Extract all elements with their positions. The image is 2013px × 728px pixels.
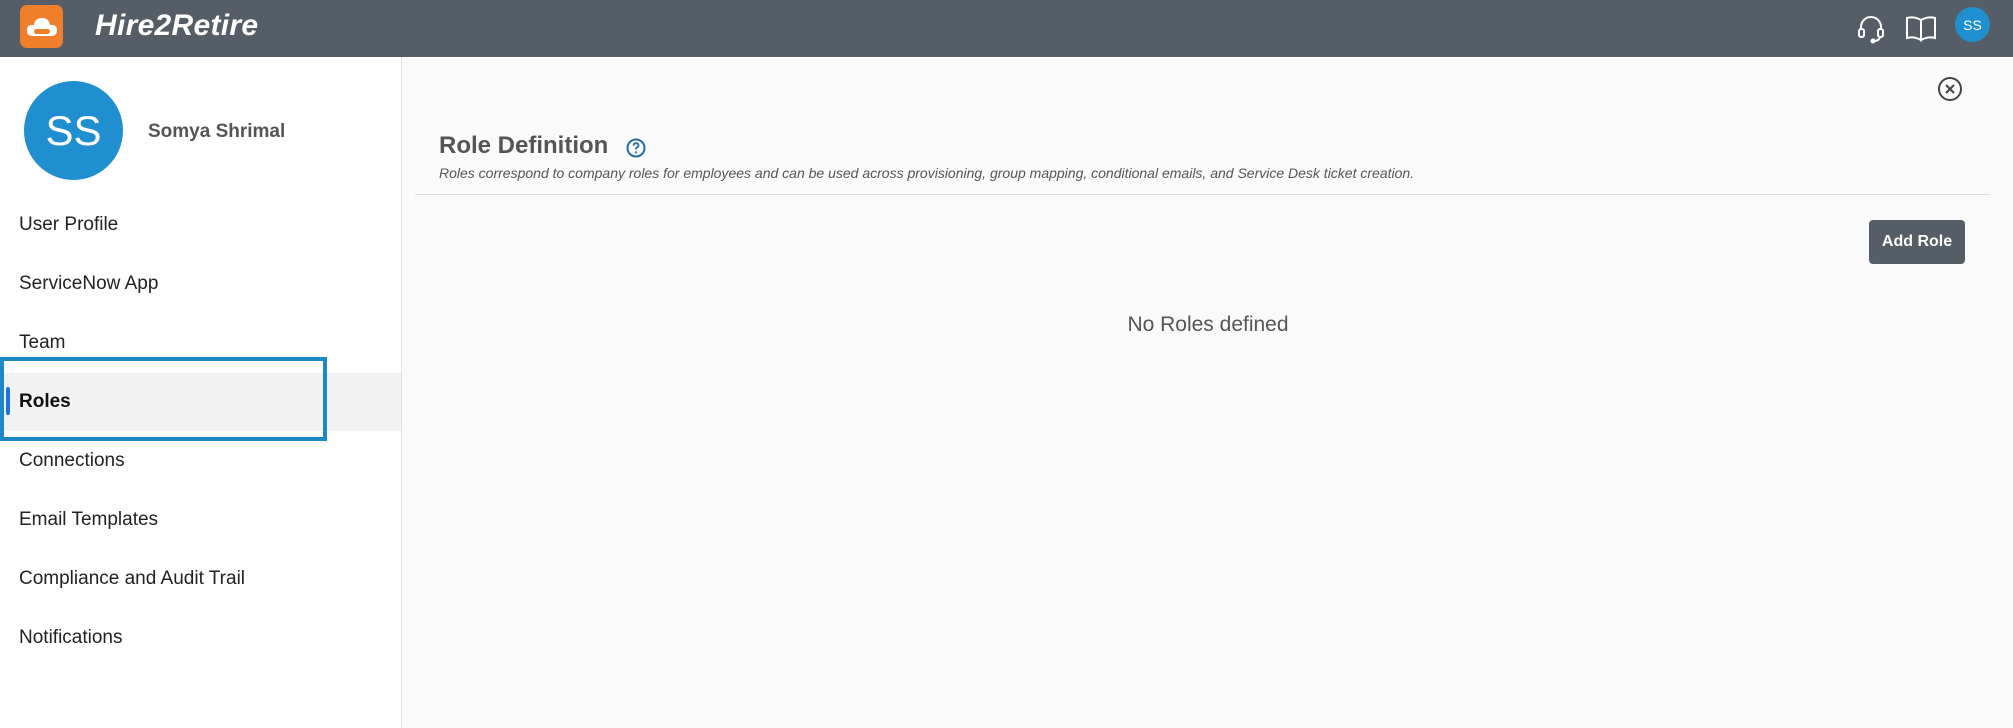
app-title[interactable]: Hire2Retire [95, 9, 258, 43]
sidebar-item-team[interactable]: Team [0, 314, 401, 372]
user-avatar[interactable]: SS [1955, 7, 1990, 42]
sidebar-item-notifications[interactable]: Notifications [0, 609, 401, 667]
add-role-button[interactable]: Add Role [1869, 220, 1965, 264]
headset-icon[interactable] [1853, 10, 1889, 46]
sidebar-item-compliance-audit-trail[interactable]: Compliance and Audit Trail [0, 550, 401, 608]
divider [415, 194, 1990, 195]
app-logo[interactable] [20, 5, 63, 48]
cloud-logo-icon [26, 17, 57, 36]
book-icon[interactable] [1903, 10, 1939, 46]
sidebar-item-roles[interactable]: Roles [0, 373, 401, 431]
page-description: Roles correspond to company roles for em… [439, 165, 1415, 181]
sidebar: SS Somya Shrimal User Profile ServiceNow… [0, 57, 402, 728]
top-bar: Hire2Retire SS [0, 0, 2013, 57]
sidebar-item-email-templates[interactable]: Email Templates [0, 491, 401, 549]
sidebar-item-user-profile[interactable]: User Profile [0, 196, 401, 254]
profile-avatar: SS [24, 81, 123, 180]
help-icon[interactable] [625, 137, 647, 159]
page-title: Role Definition [439, 132, 609, 159]
empty-state-message: No Roles defined [1127, 313, 1289, 336]
profile-name: Somya Shrimal [148, 121, 286, 142]
sidebar-item-connections[interactable]: Connections [0, 432, 401, 490]
sidebar-item-servicenow-app[interactable]: ServiceNow App [0, 255, 401, 313]
main-content: Role Definition Roles correspond to comp… [403, 57, 2013, 728]
close-icon[interactable] [1935, 74, 1965, 104]
